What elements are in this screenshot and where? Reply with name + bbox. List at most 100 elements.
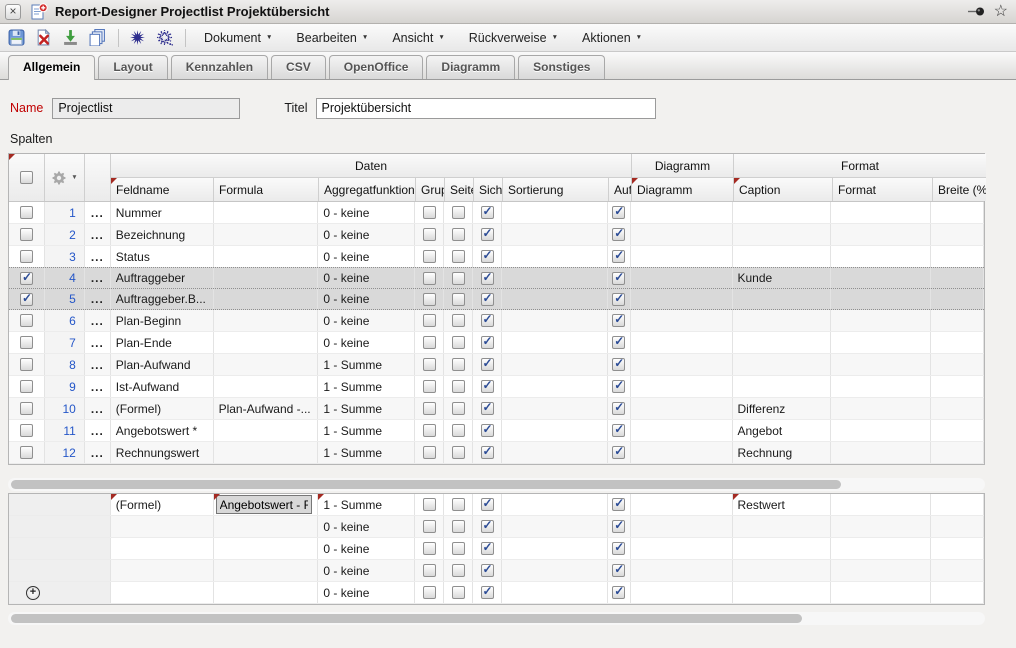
format-cell[interactable] xyxy=(831,332,931,353)
sortierung-cell[interactable] xyxy=(502,442,608,463)
breite-cell[interactable] xyxy=(931,442,984,463)
row-options-button[interactable]: ... xyxy=(85,354,111,375)
seite-checkbox[interactable] xyxy=(452,250,465,263)
row-options-button[interactable]: ... xyxy=(85,224,111,245)
diagramm-cell[interactable] xyxy=(631,560,733,581)
diagramm-cell[interactable] xyxy=(631,582,733,603)
formula-cell[interactable] xyxy=(214,268,319,288)
sortierung-cell[interactable] xyxy=(502,376,608,397)
aggregatfunktion-cell[interactable]: 0 - keine xyxy=(318,224,415,245)
feldname-cell[interactable]: Plan-Ende xyxy=(111,332,214,353)
row-select-checkbox[interactable] xyxy=(20,402,33,415)
diagramm-cell[interactable] xyxy=(631,268,733,288)
aufs-checkbox[interactable] xyxy=(612,206,625,219)
caption-cell[interactable] xyxy=(733,354,832,375)
export-button[interactable] xyxy=(58,26,82,50)
seite-checkbox[interactable] xyxy=(452,206,465,219)
formula-cell[interactable] xyxy=(214,420,319,441)
horizontal-scrollbar[interactable] xyxy=(8,478,985,491)
row-options-button[interactable]: ... xyxy=(85,420,111,441)
format-cell[interactable] xyxy=(831,442,931,463)
sicht-checkbox[interactable] xyxy=(481,272,494,285)
grup-checkbox[interactable] xyxy=(423,206,436,219)
sortierung-cell[interactable] xyxy=(502,538,608,559)
sortierung-cell[interactable] xyxy=(502,202,608,223)
sicht-checkbox[interactable] xyxy=(481,424,494,437)
aufs-checkbox[interactable] xyxy=(612,446,625,459)
formula-cell[interactable] xyxy=(214,560,319,581)
diagramm-cell[interactable] xyxy=(631,310,733,331)
sicht-checkbox[interactable] xyxy=(481,314,494,327)
diagramm-cell[interactable] xyxy=(631,376,733,397)
row-options-button[interactable]: ... xyxy=(85,246,111,267)
format-cell[interactable] xyxy=(831,224,931,245)
sicht-checkbox[interactable] xyxy=(481,228,494,241)
seite-checkbox[interactable] xyxy=(452,564,465,577)
row-select-checkbox[interactable] xyxy=(20,358,33,371)
tab-kennzahlen[interactable]: Kennzahlen xyxy=(171,55,268,79)
pin-icon[interactable] xyxy=(967,4,987,19)
format-cell[interactable] xyxy=(831,246,931,267)
aggregatfunktion-cell[interactable]: 1 - Summe xyxy=(318,354,415,375)
feldname-cell[interactable]: Plan-Beginn xyxy=(111,310,214,331)
format-cell[interactable] xyxy=(831,310,931,331)
aufs-checkbox[interactable] xyxy=(612,498,625,511)
add-row-button[interactable]: + xyxy=(26,586,40,600)
sicht-checkbox[interactable] xyxy=(481,380,494,393)
column-header-diagramm[interactable]: Diagramm xyxy=(632,178,734,201)
formula-cell[interactable] xyxy=(214,246,319,267)
caption-cell[interactable] xyxy=(733,538,832,559)
formula-cell[interactable] xyxy=(214,442,319,463)
close-button[interactable]: × xyxy=(5,4,21,20)
row-select-checkbox[interactable] xyxy=(20,446,33,459)
select-all-checkbox[interactable] xyxy=(20,171,33,184)
sicht-checkbox[interactable] xyxy=(481,402,494,415)
gear-menu-cell[interactable]: ▼ xyxy=(45,154,85,201)
format-cell[interactable] xyxy=(831,398,931,419)
diagramm-cell[interactable] xyxy=(631,494,733,515)
seite-checkbox[interactable] xyxy=(452,336,465,349)
sortierung-cell[interactable] xyxy=(502,420,608,441)
breite-cell[interactable] xyxy=(931,420,984,441)
feldname-cell[interactable] xyxy=(111,560,214,581)
caption-cell[interactable]: Angebot xyxy=(733,420,832,441)
sicht-checkbox[interactable] xyxy=(481,358,494,371)
grup-checkbox[interactable] xyxy=(423,380,436,393)
grup-checkbox[interactable] xyxy=(423,336,436,349)
column-header-grup[interactable]: Grup xyxy=(416,178,445,201)
aufs-checkbox[interactable] xyxy=(612,424,625,437)
menu-dokument[interactable]: Dokument▼ xyxy=(204,31,272,45)
diagramm-cell[interactable] xyxy=(631,246,733,267)
column-header-caption[interactable]: Caption xyxy=(734,178,833,201)
caption-cell[interactable] xyxy=(733,289,832,309)
diagramm-cell[interactable] xyxy=(631,420,733,441)
diagramm-cell[interactable] xyxy=(631,538,733,559)
seite-checkbox[interactable] xyxy=(452,520,465,533)
grup-checkbox[interactable] xyxy=(423,564,436,577)
breite-cell[interactable] xyxy=(931,376,984,397)
seite-checkbox[interactable] xyxy=(452,358,465,371)
sicht-checkbox[interactable] xyxy=(481,250,494,263)
breite-cell[interactable] xyxy=(931,354,984,375)
diagramm-cell[interactable] xyxy=(631,516,733,537)
feldname-cell[interactable]: Bezeichnung xyxy=(111,224,214,245)
aufs-checkbox[interactable] xyxy=(612,314,625,327)
seite-checkbox[interactable] xyxy=(452,542,465,555)
row-options-button[interactable]: ... xyxy=(85,398,111,419)
sicht-checkbox[interactable] xyxy=(481,206,494,219)
grup-checkbox[interactable] xyxy=(423,228,436,241)
format-cell[interactable] xyxy=(831,268,931,288)
tab-csv[interactable]: CSV xyxy=(271,55,326,79)
aufs-checkbox[interactable] xyxy=(612,272,625,285)
sortierung-cell[interactable] xyxy=(502,246,608,267)
discard-document-button[interactable] xyxy=(31,26,55,50)
save-button[interactable] xyxy=(4,26,28,50)
diagramm-cell[interactable] xyxy=(631,398,733,419)
feldname-cell[interactable]: Rechnungswert xyxy=(111,442,214,463)
grup-checkbox[interactable] xyxy=(423,446,436,459)
sicht-checkbox[interactable] xyxy=(481,564,494,577)
breite-cell[interactable] xyxy=(931,538,984,559)
column-header-aggregatfunktion[interactable]: Aggregatfunktion xyxy=(319,178,416,201)
aufs-checkbox[interactable] xyxy=(612,228,625,241)
grup-checkbox[interactable] xyxy=(423,250,436,263)
